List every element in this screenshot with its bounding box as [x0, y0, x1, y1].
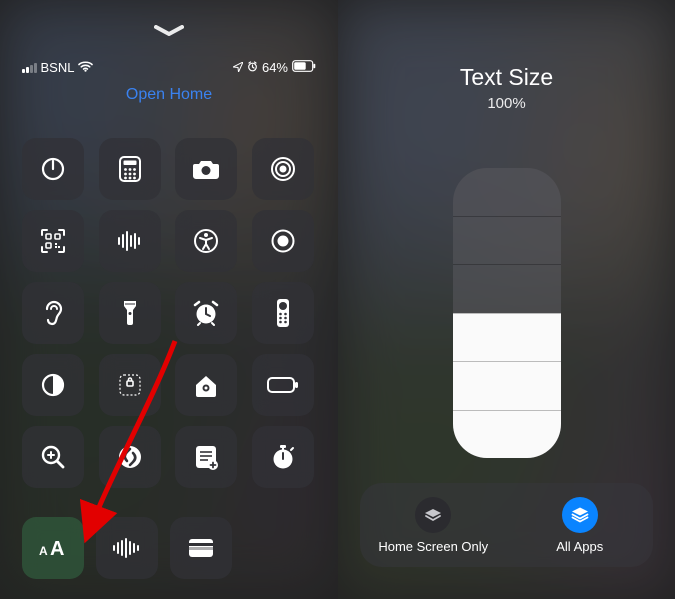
scope-segmented-control: Home Screen Only All Apps — [360, 483, 653, 567]
alarm-status-icon — [247, 60, 258, 75]
low-power-icon[interactable] — [252, 354, 314, 416]
shazam-icon[interactable] — [99, 426, 161, 488]
layers-icon — [415, 497, 451, 533]
wallet-icon[interactable] — [170, 517, 232, 579]
flashlight-icon[interactable] — [99, 282, 161, 344]
dark-mode-icon[interactable] — [22, 354, 84, 416]
screen-record-icon[interactable] — [252, 210, 314, 272]
all-apps-label: All Apps — [556, 539, 603, 554]
voice-memo-icon[interactable] — [99, 210, 161, 272]
status-bar: BSNL 64% — [0, 60, 338, 75]
apple-tv-remote-icon[interactable] — [252, 282, 314, 344]
home-screen-only-label: Home Screen Only — [378, 539, 488, 554]
wifi-icon — [78, 60, 93, 75]
text-size-percent: 100% — [338, 95, 675, 112]
svg-text:A: A — [39, 544, 48, 558]
grabber-chevron-icon[interactable] — [154, 24, 184, 42]
text-size-title: Text Size — [338, 64, 675, 91]
airdrop-icon[interactable] — [252, 138, 314, 200]
text-size-icon[interactable]: AA — [22, 517, 84, 579]
battery-pct: 64% — [262, 60, 288, 75]
bottom-tiles-row: AA — [22, 517, 232, 579]
text-size-screen: Text Size 100% Home Screen Only — [338, 0, 675, 599]
sound-recognition-icon[interactable] — [96, 517, 158, 579]
home-icon[interactable] — [175, 354, 237, 416]
timer-icon[interactable] — [22, 138, 84, 200]
notes-icon[interactable] — [175, 426, 237, 488]
hearing-icon[interactable] — [22, 282, 84, 344]
calculator-icon[interactable] — [99, 138, 161, 200]
stopwatch-icon[interactable] — [252, 426, 314, 488]
qr-scanner-icon[interactable] — [22, 210, 84, 272]
magnifier-icon[interactable] — [22, 426, 84, 488]
battery-icon — [292, 60, 316, 75]
control-tiles-grid — [22, 138, 316, 488]
guided-access-icon[interactable] — [99, 354, 161, 416]
accessibility-icon[interactable] — [175, 210, 237, 272]
home-screen-only-button[interactable]: Home Screen Only — [360, 483, 507, 567]
open-home-link[interactable]: Open Home — [126, 86, 212, 104]
control-center-screen: BSNL 64% Open Home — [0, 0, 338, 599]
svg-text:A: A — [50, 538, 64, 559]
all-apps-button[interactable]: All Apps — [507, 483, 654, 567]
location-icon — [233, 60, 243, 75]
camera-icon[interactable] — [175, 138, 237, 200]
alarm-icon[interactable] — [175, 282, 237, 344]
text-size-slider[interactable] — [453, 168, 561, 458]
cellular-signal-icon — [22, 63, 37, 73]
carrier-label: BSNL — [41, 60, 75, 75]
layers-filled-icon — [562, 497, 598, 533]
